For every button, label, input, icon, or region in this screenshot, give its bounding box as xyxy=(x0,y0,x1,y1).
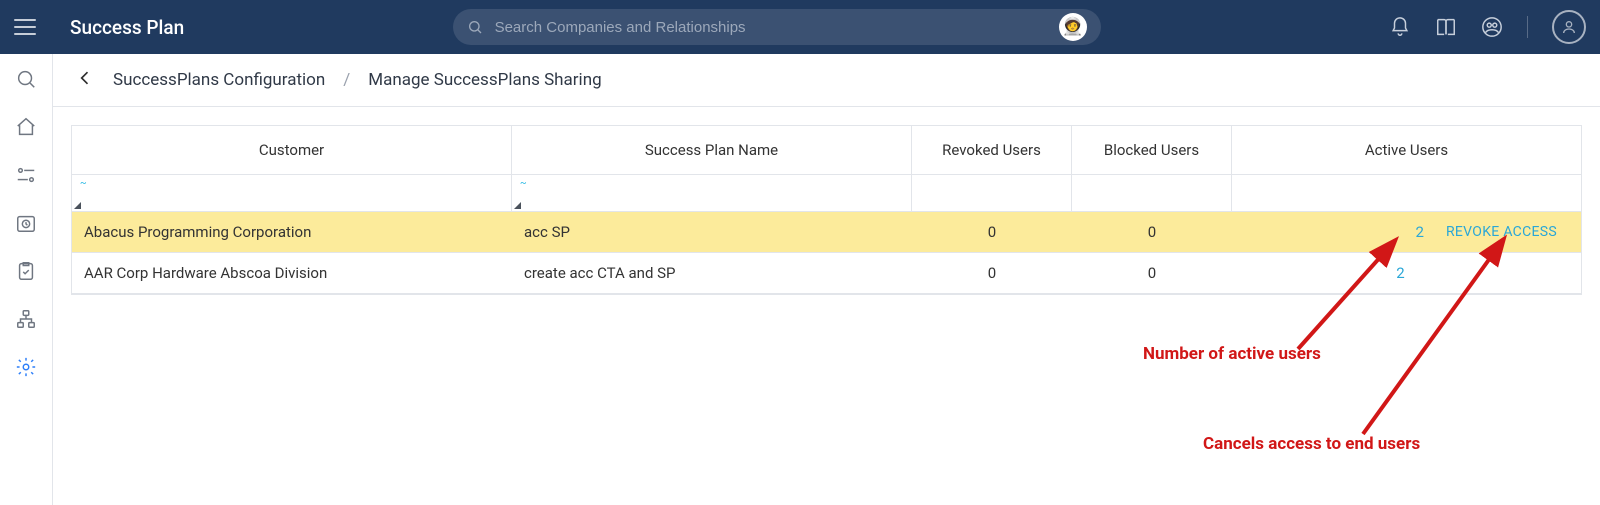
top-bar: Success Plan 🧑‍🚀 xyxy=(0,0,1600,54)
breadcrumb: SuccessPlans Configuration / Manage Succ… xyxy=(53,54,1600,107)
people-icon[interactable] xyxy=(1481,16,1503,38)
hierarchy-icon[interactable] xyxy=(15,308,37,330)
breadcrumb-parent[interactable]: SuccessPlans Configuration xyxy=(113,70,325,90)
layout: SuccessPlans Configuration / Manage Succ… xyxy=(0,54,1600,505)
clipboard-check-icon[interactable] xyxy=(15,260,37,282)
cell-active: 2 REVOKE ACCESS xyxy=(1232,212,1581,252)
sharing-table: Customer Success Plan Name Revoked Users… xyxy=(71,125,1582,295)
cell-active: 2 xyxy=(1232,253,1581,293)
book-icon[interactable] xyxy=(1435,16,1457,38)
table-row[interactable]: Abacus Programming Corporation acc SP 0 … xyxy=(72,212,1581,253)
main-area: SuccessPlans Configuration / Manage Succ… xyxy=(53,54,1600,505)
filter-revoked[interactable] xyxy=(912,175,1072,211)
app-title: Success Plan xyxy=(70,16,184,39)
table-row[interactable]: AAR Corp Hardware Abscoa Division create… xyxy=(72,253,1581,294)
cell-customer: Abacus Programming Corporation xyxy=(72,212,512,252)
top-actions xyxy=(1389,10,1586,44)
menu-toggle-icon[interactable] xyxy=(14,19,36,35)
filter-row: ~ ~ xyxy=(72,175,1581,212)
user-icon xyxy=(1561,19,1577,35)
search-input[interactable] xyxy=(493,18,1045,37)
global-search[interactable]: 🧑‍🚀 xyxy=(453,9,1101,45)
cell-blocked: 0 xyxy=(1072,212,1232,252)
breadcrumb-current: Manage SuccessPlans Sharing xyxy=(368,70,601,90)
content-area: Customer Success Plan Name Revoked Users… xyxy=(53,107,1600,505)
sliders-icon[interactable] xyxy=(15,164,37,186)
col-active[interactable]: Active Users xyxy=(1232,126,1581,174)
breadcrumb-separator: / xyxy=(343,70,350,90)
cell-blocked: 0 xyxy=(1072,253,1232,293)
left-sidebar xyxy=(0,54,53,505)
search-icon[interactable] xyxy=(15,68,37,90)
revoke-access-link[interactable]: REVOKE ACCESS xyxy=(1446,224,1557,240)
active-count-link[interactable]: 2 xyxy=(1416,223,1424,241)
user-menu[interactable] xyxy=(1552,10,1586,44)
filter-customer[interactable]: ~ xyxy=(72,175,512,211)
filter-plan-name[interactable]: ~ xyxy=(512,175,912,211)
cell-revoked: 0 xyxy=(912,212,1072,252)
home-icon[interactable] xyxy=(15,116,37,138)
cell-revoked: 0 xyxy=(912,253,1072,293)
table-header: Customer Success Plan Name Revoked Users… xyxy=(72,126,1581,175)
active-count-link[interactable]: 2 xyxy=(1396,264,1404,282)
col-customer[interactable]: Customer xyxy=(72,126,512,174)
search-icon xyxy=(467,19,483,35)
cell-plan-name: acc SP xyxy=(512,212,912,252)
col-revoked[interactable]: Revoked Users xyxy=(912,126,1072,174)
search-avatar-icon[interactable]: 🧑‍🚀 xyxy=(1059,13,1087,41)
cell-plan-name: create acc CTA and SP xyxy=(512,253,912,293)
cell-customer: AAR Corp Hardware Abscoa Division xyxy=(72,253,512,293)
col-blocked[interactable]: Blocked Users xyxy=(1072,126,1232,174)
bell-icon[interactable] xyxy=(1389,16,1411,38)
gear-icon[interactable] xyxy=(15,356,37,378)
divider xyxy=(1527,16,1528,38)
back-arrow-icon[interactable] xyxy=(75,68,95,93)
clock-icon[interactable] xyxy=(15,212,37,234)
filter-active[interactable] xyxy=(1232,175,1581,211)
col-plan-name[interactable]: Success Plan Name xyxy=(512,126,912,174)
filter-blocked[interactable] xyxy=(1072,175,1232,211)
